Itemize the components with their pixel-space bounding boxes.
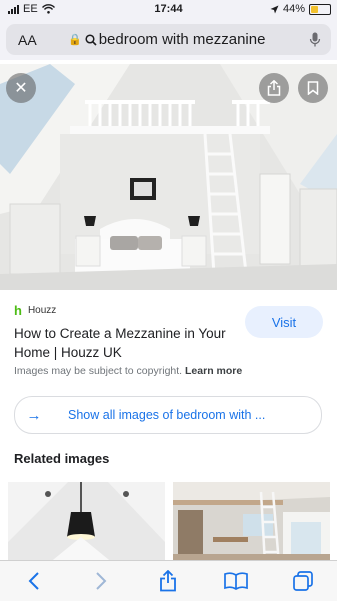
share-icon xyxy=(267,80,281,96)
related-image-1[interactable] xyxy=(8,482,165,564)
result-title[interactable]: How to Create a Mezzanine in Your Home |… xyxy=(14,324,244,362)
result-image[interactable]: ✕ xyxy=(0,64,337,290)
back-icon xyxy=(28,572,39,590)
learn-more-link[interactable]: Learn more xyxy=(185,365,242,377)
back-button[interactable] xyxy=(14,566,54,596)
result-source[interactable]: h Houzz xyxy=(14,303,56,318)
visit-button[interactable]: Visit xyxy=(245,306,323,338)
bookmarks-button[interactable] xyxy=(216,566,256,596)
show-all-label: Show all images of bedroom with ... xyxy=(68,408,266,422)
tabs-button[interactable] xyxy=(283,566,323,596)
copyright-text: Images may be subject to copyright. xyxy=(14,365,183,377)
related-image-2[interactable] xyxy=(173,482,330,564)
source-name: Houzz xyxy=(27,305,57,316)
share-toolbar-button[interactable] xyxy=(148,566,188,596)
mezzanine-room-photo xyxy=(173,482,330,564)
bookmark-icon xyxy=(307,81,319,95)
mic-icon[interactable] xyxy=(309,32,321,48)
tabs-icon xyxy=(293,571,314,591)
location-icon xyxy=(270,5,279,13)
bedroom-photo xyxy=(0,64,337,290)
forward-button[interactable] xyxy=(81,566,121,596)
related-images-heading: Related images xyxy=(14,451,110,466)
text-size-button[interactable]: AA xyxy=(6,32,48,48)
copyright-notice: Images may be subject to copyright. Lear… xyxy=(14,365,242,377)
search-icon xyxy=(85,33,97,46)
forward-icon xyxy=(96,572,107,590)
arrow-right-icon: → xyxy=(26,406,42,424)
show-all-images-button[interactable]: → Show all images of bedroom with ... xyxy=(14,396,322,434)
lock-icon: 🔒 xyxy=(68,34,82,46)
share-button[interactable] xyxy=(259,73,289,103)
bottom-toolbar xyxy=(0,560,337,601)
close-button[interactable]: ✕ xyxy=(6,73,36,103)
book-icon xyxy=(224,572,248,590)
pendant-lamp-photo xyxy=(8,482,165,564)
battery-icon xyxy=(309,3,331,15)
share-icon xyxy=(160,570,177,592)
close-icon: ✕ xyxy=(14,80,28,97)
bookmark-button[interactable] xyxy=(298,73,328,103)
address-bar-container: AA 🔒 bedroom with mezzanine xyxy=(0,20,337,60)
houzz-logo-icon: h xyxy=(14,303,22,318)
address-bar[interactable]: AA 🔒 bedroom with mezzanine xyxy=(6,24,331,55)
battery-percent: 44% xyxy=(282,3,305,15)
url-field[interactable]: bedroom with mezzanine xyxy=(99,31,309,48)
status-bar: EE 17:44 44% xyxy=(0,0,337,20)
